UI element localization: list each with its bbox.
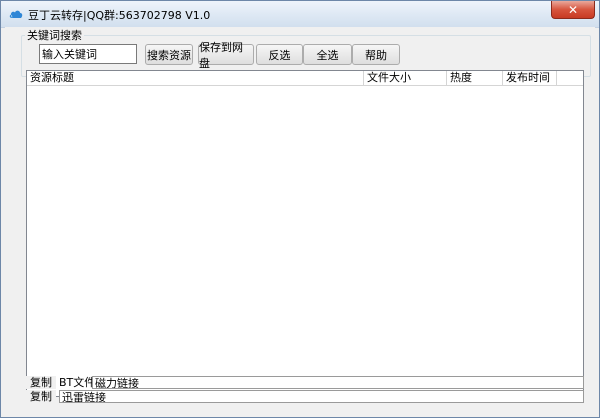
close-icon: ✕ <box>567 2 579 17</box>
column-header-date[interactable]: 发布时间 <box>503 71 557 85</box>
magnet-link-field[interactable] <box>92 376 584 389</box>
save-to-disk-button[interactable]: 保存到网盘 <box>198 41 254 70</box>
title-bar[interactable]: 豆丁云转存|QQ群:563702798 V1.0 ✕ <box>1 1 599 28</box>
search-group-label: 关键词搜索 <box>25 27 84 43</box>
column-header-title[interactable]: 资源标题 <box>27 71 364 85</box>
window-title: 豆丁云转存|QQ群:563702798 V1.0 <box>28 9 211 22</box>
invert-selection-button[interactable]: 反选 <box>256 44 303 65</box>
select-all-button[interactable]: 全选 <box>303 44 352 65</box>
column-header-size[interactable]: 文件大小 <box>364 71 447 85</box>
copy-thunder-button[interactable]: 复制 <box>26 390 56 403</box>
help-button[interactable]: 帮助 <box>352 44 400 65</box>
app-window: 豆丁云转存|QQ群:563702798 V1.0 ✕ 关键词搜索 搜索资源 保存… <box>0 0 600 418</box>
bt-file-label[interactable]: BT文件 <box>59 376 95 389</box>
thunder-link-row: 复制 <box>26 390 584 403</box>
copy-magnet-button[interactable]: 复制 <box>26 376 56 389</box>
main-content: 关键词搜索 搜索资源 保存到网盘 反选 全选 帮助 资源标题 文件大小 热度 发… <box>5 27 595 413</box>
search-button[interactable]: 搜索资源 <box>145 44 193 65</box>
cloud-icon <box>9 10 23 18</box>
results-list[interactable]: 资源标题 文件大小 热度 发布时间 <box>26 70 584 397</box>
close-button[interactable]: ✕ <box>551 1 595 19</box>
thunder-link-field[interactable] <box>59 390 584 403</box>
keyword-input[interactable] <box>39 44 137 64</box>
column-header-heat[interactable]: 热度 <box>447 71 503 85</box>
results-header: 资源标题 文件大小 热度 发布时间 <box>27 71 583 86</box>
magnet-link-row: 复制 BT文件 <box>26 376 584 389</box>
